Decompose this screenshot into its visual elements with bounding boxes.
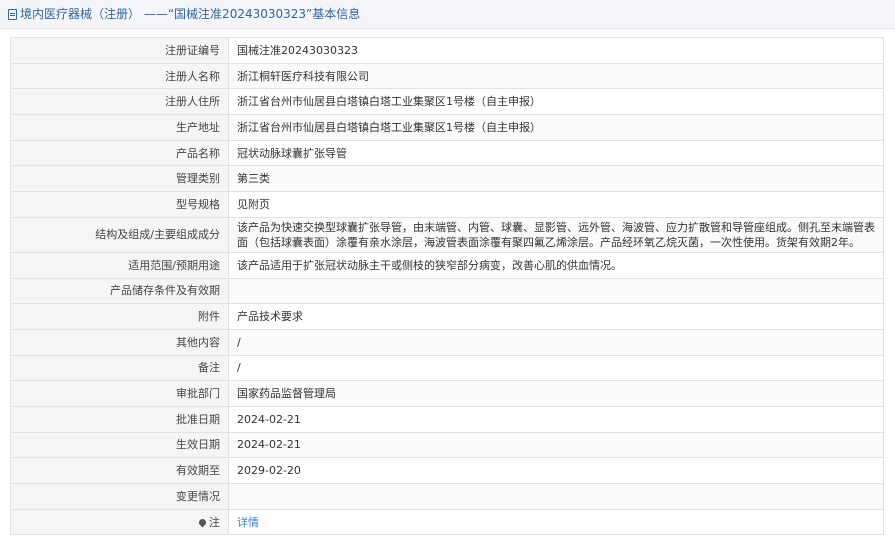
row-value: 浙江省台州市仙居县白塔镇白塔工业集聚区1号楼（自主申报） (228, 114, 884, 141)
table-row-attachment: 附件 产品技术要求 (10, 303, 884, 330)
table-row-change-history: 变更情况 (10, 483, 884, 510)
row-label: 其他内容 (10, 328, 229, 356)
header-title: 境内医疗器械（注册） (20, 7, 141, 21)
row-label: 结构及组成/主要组成成分 (10, 216, 229, 253)
row-label: 附件 (10, 303, 229, 330)
row-label: 生效日期 (10, 431, 229, 459)
row-value: 详情 (228, 508, 884, 536)
row-label: 产品储存条件及有效期 (10, 277, 229, 305)
row-value (228, 483, 884, 510)
table-row-registration-number: 注册证编号 国械注准20243030323 (10, 37, 884, 64)
table-row-expiry-date: 有效期至 2029-02-20 (10, 457, 884, 484)
document-icon (8, 9, 17, 20)
row-label: 注册人住所 (10, 88, 229, 116)
table-row-model-spec: 型号规格 见附页 (10, 191, 884, 218)
table-row-effective-date: 生效日期 2024-02-21 (10, 431, 884, 459)
row-value (228, 277, 884, 305)
row-label: 备注 (10, 354, 229, 382)
table-row-other-content: 其他内容 / (10, 328, 884, 356)
row-value: / (228, 354, 884, 382)
row-label: 有效期至 (10, 457, 229, 484)
row-value: 国家药品监督管理局 (228, 380, 884, 407)
row-value: 浙江省台州市仙居县白塔镇白塔工业集聚区1号楼（自主申报） (228, 88, 884, 116)
row-label: 生产地址 (10, 114, 229, 141)
header-separator: —— (143, 7, 168, 21)
table-row-intended-use: 适用范围/预期用途 该产品适用于扩张冠状动脉主干或侧枝的狭窄部分病变，改善心肌的… (10, 251, 884, 279)
row-label: 产品名称 (10, 139, 229, 167)
row-value: 2024-02-21 (228, 431, 884, 459)
row-value: 浙江桐轩医疗科技有限公司 (228, 62, 884, 90)
row-value: 冠状动脉球囊扩张导管 (228, 139, 884, 167)
table-row-approval-date: 批准日期 2024-02-21 (10, 405, 884, 433)
table-row-production-address: 生产地址 浙江省台州市仙居县白塔镇白塔工业集聚区1号楼（自主申报） (10, 114, 884, 141)
row-label: 注册人名称 (10, 62, 229, 90)
table-row-remarks: 备注 / (10, 354, 884, 382)
table-row-registrant-address: 注册人住所 浙江省台州市仙居县白塔镇白塔工业集聚区1号楼（自主申报） (10, 88, 884, 116)
header-subtitle: “国械注准20243030323”基本信息 (167, 7, 361, 21)
row-label: 审批部门 (10, 380, 229, 407)
row-label: 变更情况 (10, 483, 229, 510)
info-table: 注册证编号 国械注准20243030323 注册人名称 浙江桐轩医疗科技有限公司… (10, 37, 884, 536)
page-header: 境内医疗器械（注册） ——“国械注准20243030323”基本信息 (0, 0, 895, 29)
pin-icon (197, 517, 208, 527)
table-row-approval-department: 审批部门 国家药品监督管理局 (10, 380, 884, 407)
row-value: 产品技术要求 (228, 303, 884, 330)
table-row-note: 注 详情 (10, 508, 884, 536)
row-value: 该产品为快速交换型球囊扩张导管，由末端管、内管、球囊、显影管、远外管、海波管、应… (228, 216, 884, 253)
row-label: 型号规格 (10, 191, 229, 218)
table-row-storage-conditions: 产品储存条件及有效期 (10, 277, 884, 305)
row-value: 第三类 (228, 165, 884, 193)
row-value: 该产品适用于扩张冠状动脉主干或侧枝的狭窄部分病变，改善心肌的供血情况。 (228, 251, 884, 279)
row-value: / (228, 328, 884, 356)
details-link[interactable]: 详情 (237, 516, 259, 529)
row-label: 批准日期 (10, 405, 229, 433)
table-row-product-name: 产品名称 冠状动脉球囊扩张导管 (10, 139, 884, 167)
note-label: 注 (209, 515, 220, 529)
table-row-structure-composition: 结构及组成/主要组成成分 该产品为快速交换型球囊扩张导管，由末端管、内管、球囊、… (10, 216, 884, 253)
table-row-registrant-name: 注册人名称 浙江桐轩医疗科技有限公司 (10, 62, 884, 90)
row-label: 注册证编号 (10, 37, 229, 64)
row-label: 适用范围/预期用途 (10, 251, 229, 279)
row-value: 见附页 (228, 191, 884, 218)
row-value: 2024-02-21 (228, 405, 884, 433)
row-value: 2029-02-20 (228, 457, 884, 484)
row-label: 管理类别 (10, 165, 229, 193)
row-value: 国械注准20243030323 (228, 37, 884, 64)
row-label: 注 (10, 508, 229, 536)
table-row-management-category: 管理类别 第三类 (10, 165, 884, 193)
